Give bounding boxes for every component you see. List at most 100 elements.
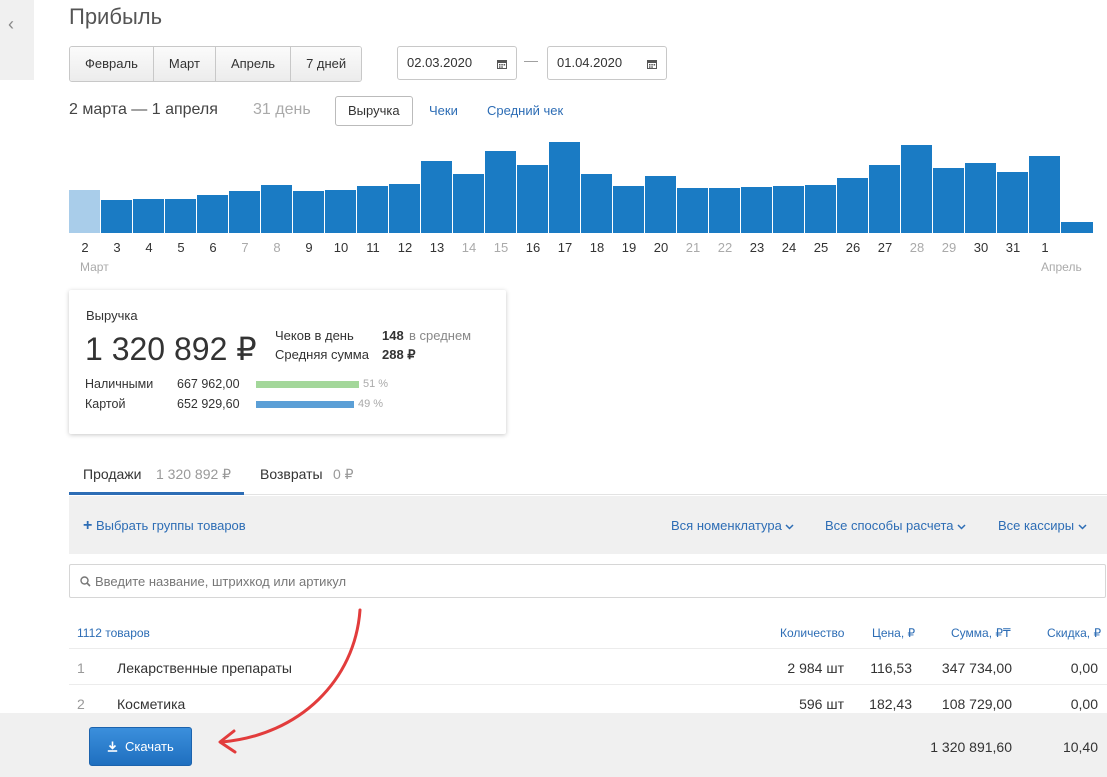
tab-returns[interactable]: Возвраты 0 ₽ <box>250 455 370 492</box>
chart-x-tick: 18 <box>589 240 605 255</box>
chart-bar[interactable] <box>581 174 612 233</box>
chart-bar[interactable] <box>613 186 644 233</box>
chart-bar[interactable] <box>837 178 868 233</box>
chart-x-tick: 29 <box>941 240 957 255</box>
filter-bar: + Выбрать группы товаров Вся номенклатур… <box>69 496 1107 554</box>
chart-x-tick: 25 <box>813 240 829 255</box>
tab-sales[interactable]: Продажи 1 320 892 ₽ <box>69 455 244 492</box>
chart-bar[interactable] <box>997 172 1028 233</box>
chart-bar[interactable] <box>645 176 676 233</box>
product-count: 1112 товаров <box>77 626 150 640</box>
date-from-value: 02.03.2020 <box>407 55 473 70</box>
chart-bar[interactable] <box>101 200 132 233</box>
chart-bar[interactable] <box>389 184 420 233</box>
chart-x-tick: 1 <box>1041 240 1049 255</box>
cash-percent: 51 % <box>363 378 389 390</box>
date-from-input[interactable]: 02.03.2020 <box>397 46 517 80</box>
row-discount: 0,00 <box>1070 660 1098 676</box>
search-icon <box>80 576 91 587</box>
chart-bar[interactable] <box>1029 156 1060 233</box>
download-button[interactable]: Скачать <box>89 727 192 766</box>
calendar-icon <box>497 60 507 69</box>
chevron-down-icon <box>785 524 795 530</box>
chart-x-tick: 8 <box>273 240 281 255</box>
chart-bar[interactable] <box>293 191 324 233</box>
chart-bar[interactable] <box>229 191 260 233</box>
chart-bar[interactable] <box>869 165 900 233</box>
row-name-link[interactable]: Косметика <box>117 696 185 712</box>
chevron-down-icon <box>1078 524 1087 530</box>
payment-method-label: Все способы расчета <box>825 518 954 533</box>
chart-bar[interactable] <box>901 145 932 233</box>
date-to-value: 01.04.2020 <box>557 55 623 70</box>
chart-bar[interactable] <box>165 199 196 233</box>
chart-x-tick: 27 <box>877 240 893 255</box>
date-to-input[interactable]: 01.04.2020 <box>547 46 667 80</box>
range-label: 2 марта — 1 апреля <box>69 101 218 118</box>
period-april-button[interactable]: Апрель <box>215 47 292 81</box>
tab-active-indicator <box>69 492 244 495</box>
cashiers-dropdown[interactable]: Все кассиры <box>998 518 1087 533</box>
add-product-groups-link[interactable]: + Выбрать группы товаров <box>83 517 246 535</box>
chart-bar[interactable] <box>485 151 516 233</box>
chart-bar[interactable] <box>517 165 548 233</box>
download-icon <box>107 741 118 752</box>
back-panel[interactable]: ‹ <box>0 0 34 80</box>
nomenclature-dropdown[interactable]: Вся номенклатура <box>671 518 795 533</box>
chart-x-tick: 15 <box>493 240 509 255</box>
cashiers-label: Все кассиры <box>998 518 1075 533</box>
metric-avg-check-link[interactable]: Средний чек <box>487 103 563 118</box>
chart-bar[interactable] <box>453 174 484 233</box>
chart-bar[interactable] <box>69 190 100 233</box>
chart-bar[interactable] <box>805 185 836 233</box>
chart-x-tick: 11 <box>366 240 380 255</box>
period-february-button[interactable]: Февраль <box>70 47 154 81</box>
chart-bar[interactable] <box>741 187 772 233</box>
chart-bar[interactable] <box>261 185 292 233</box>
row-divider <box>69 684 1107 685</box>
footer-total-sum: 1 320 891,60 <box>930 739 1012 755</box>
search-input[interactable]: Введите название, штрихкод или артикул <box>69 564 1106 598</box>
period-7-days-button[interactable]: 7 дней <box>291 47 362 81</box>
chart-x-tick: 19 <box>621 240 637 255</box>
chart-bar[interactable] <box>965 163 996 233</box>
chart-bar[interactable] <box>549 142 580 233</box>
row-number: 2 <box>77 696 85 712</box>
tab-sales-value: 1 320 892 ₽ <box>156 466 232 482</box>
column-qty[interactable]: Количество <box>780 626 844 640</box>
column-discount[interactable]: Скидка, ₽ <box>1047 626 1101 640</box>
nomenclature-label: Вся номенклатура <box>671 518 782 533</box>
metric-checks-link[interactable]: Чеки <box>429 103 458 118</box>
chart-x-tick: 13 <box>429 240 445 255</box>
chart-bar[interactable] <box>197 195 228 233</box>
footer-total-discount: 10,40 <box>1062 739 1098 755</box>
chart-x-tick: 24 <box>781 240 797 255</box>
row-name-link[interactable]: Лекарственные препараты <box>117 660 292 676</box>
chart-x-tick: 20 <box>653 240 669 255</box>
chart-bar[interactable] <box>421 161 452 233</box>
chart-bar[interactable] <box>1061 222 1093 233</box>
chart-bar[interactable] <box>677 188 708 233</box>
payment-method-dropdown[interactable]: Все способы расчета <box>825 518 966 533</box>
chart-x-tick: 5 <box>177 240 185 255</box>
chart-bar[interactable] <box>133 199 164 233</box>
chevron-left-icon: ‹ <box>8 14 14 34</box>
period-march-button[interactable]: Март <box>153 47 216 81</box>
column-price[interactable]: Цена, ₽ <box>872 626 915 640</box>
chart-bar[interactable] <box>357 186 388 233</box>
plus-icon: + <box>83 517 93 534</box>
month-label-end: Апрель <box>1041 260 1082 274</box>
column-sum[interactable]: Сумма, ₽₸ <box>951 626 1011 640</box>
chart-bar[interactable] <box>773 186 804 233</box>
chart-bar[interactable] <box>933 168 964 233</box>
metric-revenue-button[interactable]: Выручка <box>335 96 413 126</box>
chart-x-tick: 28 <box>909 240 925 255</box>
download-label: Скачать <box>125 739 174 754</box>
chart-bar[interactable] <box>325 190 356 233</box>
chart-x-tick: 21 <box>685 240 701 255</box>
chart-x-tick: 22 <box>717 240 733 255</box>
row-number: 1 <box>77 660 85 676</box>
add-product-groups-label: Выбрать группы товаров <box>95 518 246 533</box>
chart-bar[interactable] <box>709 188 740 233</box>
cash-amount: 667 962,00 <box>177 377 240 391</box>
